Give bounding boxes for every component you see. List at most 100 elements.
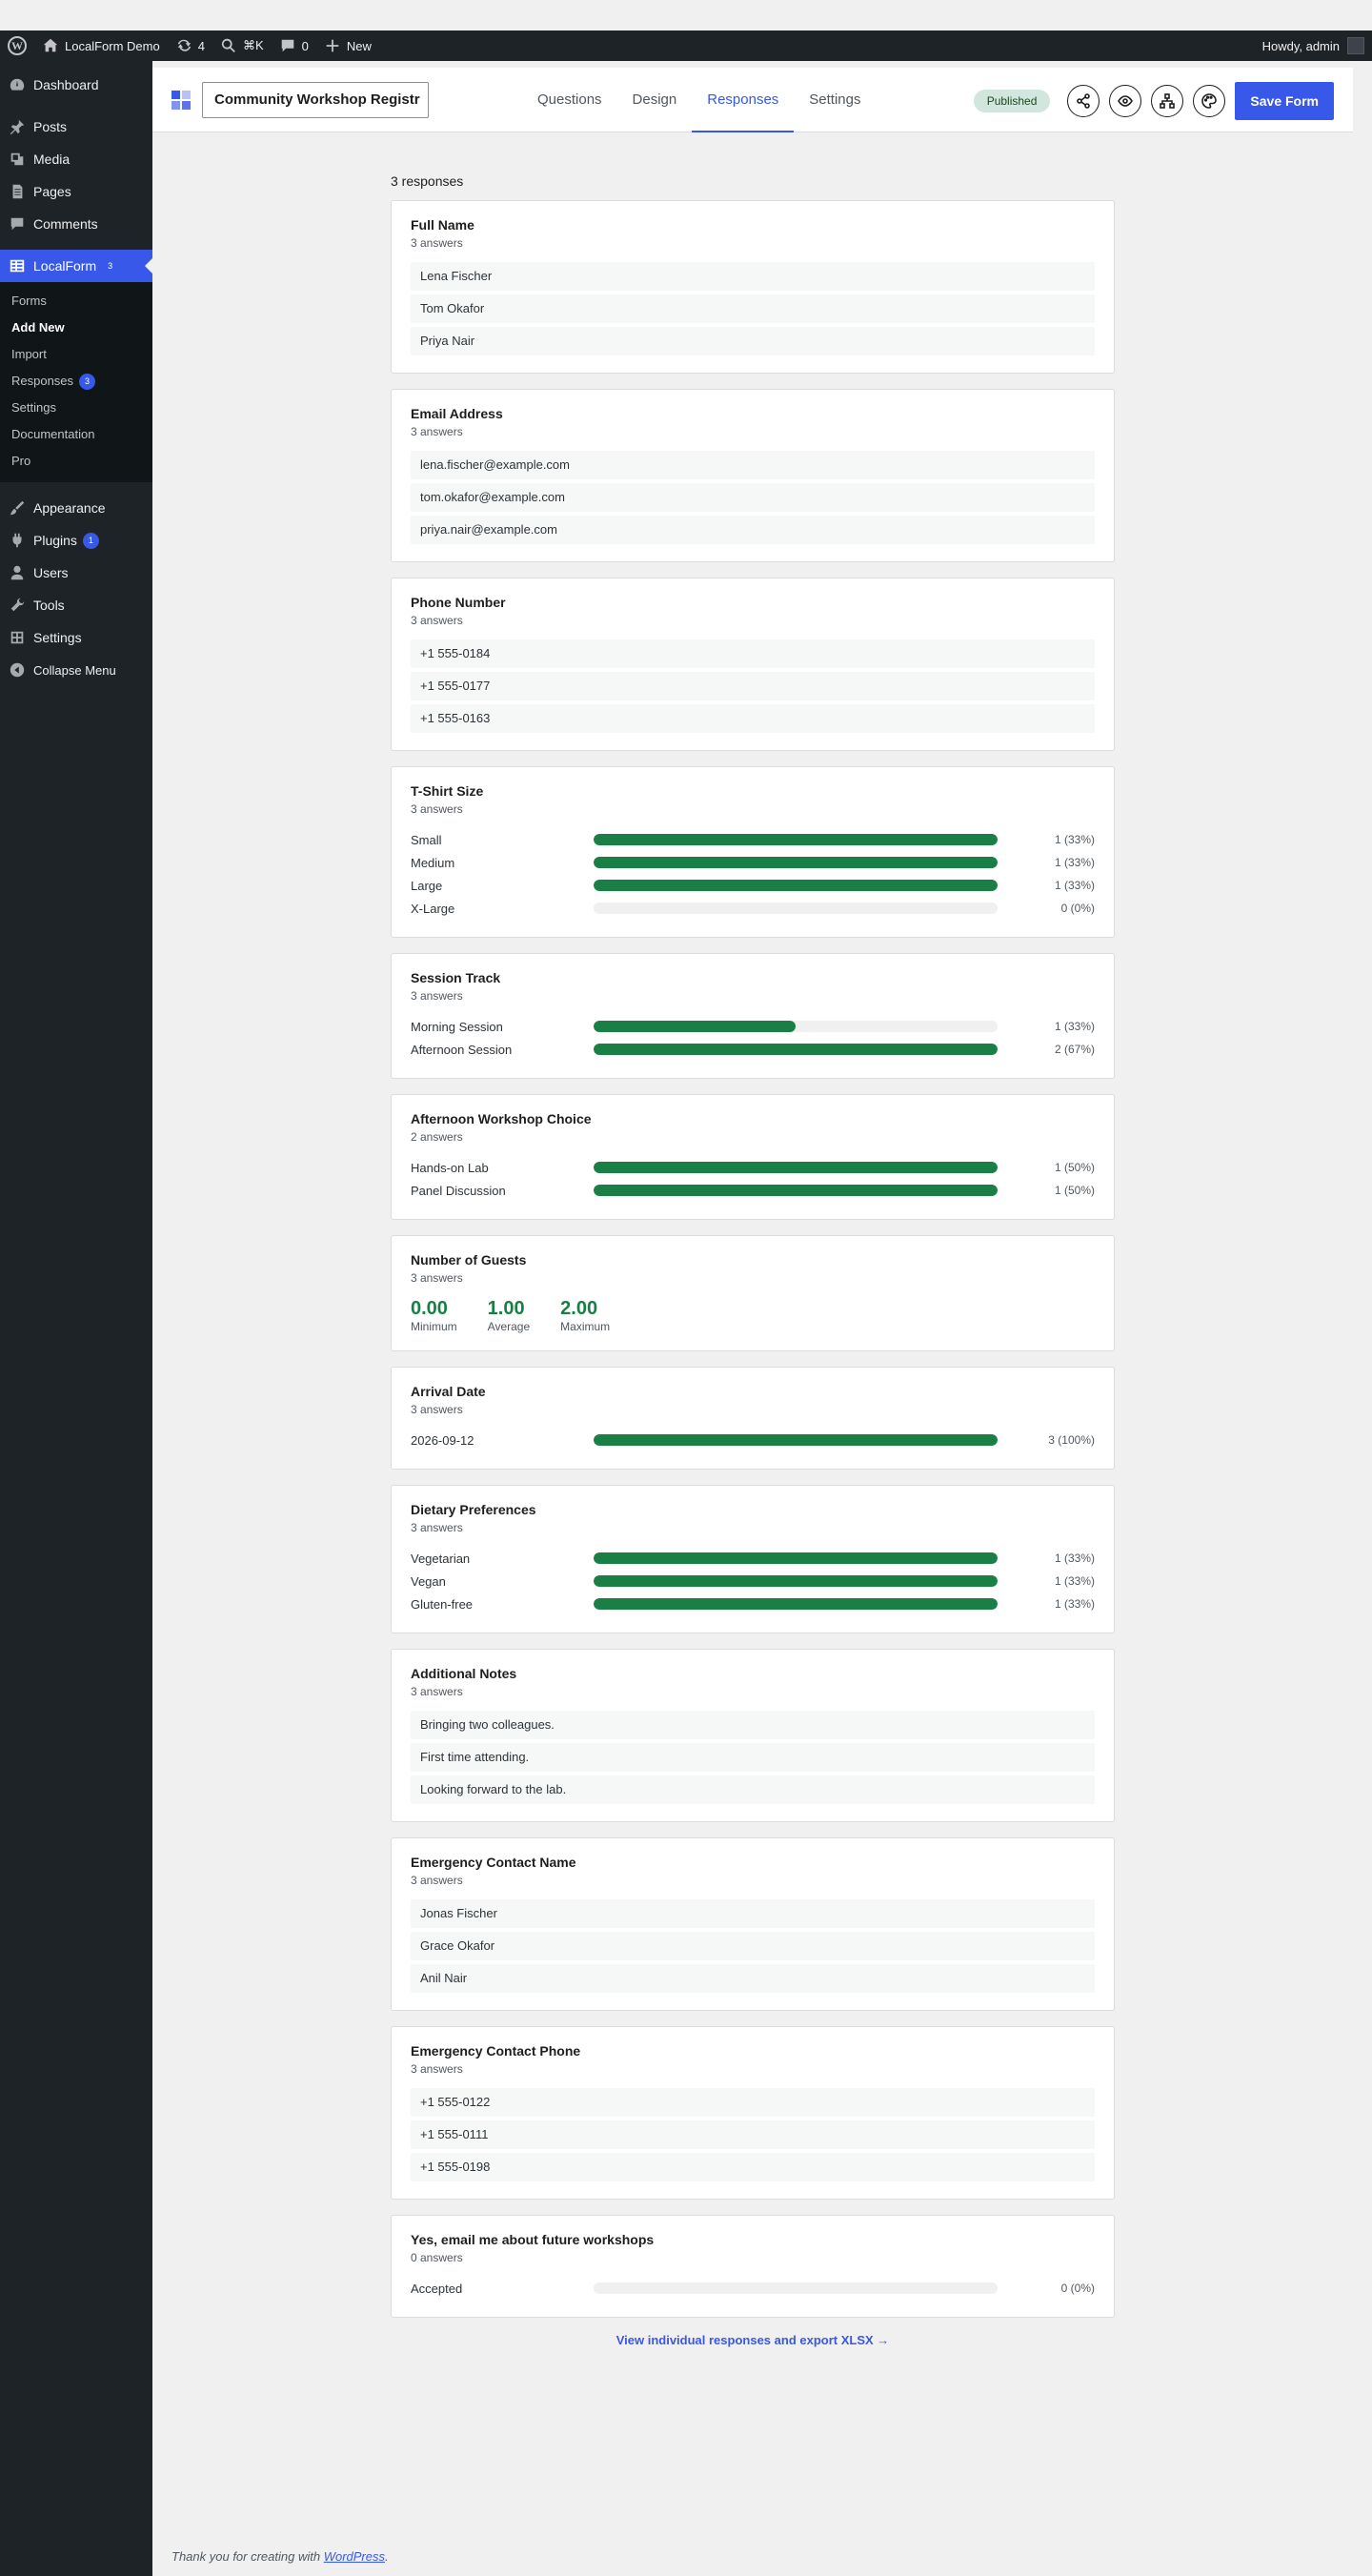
updates-icon: [177, 39, 191, 51]
text-answer: +1 555-0184: [411, 639, 1095, 668]
question-title: T-Shirt Size: [411, 783, 484, 799]
numeric-stats: 0.00 Minimum 1.00 Average 2.00 Maximum: [411, 1297, 1095, 1333]
choice-row: Vegan 1 (33%): [411, 1570, 1095, 1592]
share-button[interactable]: [1067, 85, 1100, 117]
stat-block: 2.00 Maximum: [560, 1297, 610, 1333]
stat-block: 0.00 Minimum: [411, 1297, 457, 1333]
choice-count: 0 (0%): [1060, 2282, 1095, 2295]
choice-count: 1 (33%): [1054, 833, 1095, 846]
choice-row: Medium 1 (33%): [411, 851, 1095, 874]
tab-design[interactable]: Design: [617, 68, 693, 132]
choice-row: Afternoon Session 2 (67%): [411, 1038, 1095, 1061]
menu-posts[interactable]: Posts: [0, 111, 152, 143]
tab-questions[interactable]: Questions: [522, 68, 617, 132]
wordpress-logo-icon: W: [8, 36, 27, 55]
text-answer: +1 555-0122: [411, 2088, 1095, 2117]
stat-value: 0.00: [411, 1298, 448, 1319]
menu-plugins[interactable]: Plugins 1: [0, 524, 152, 557]
menu-dashboard[interactable]: Dashboard: [0, 69, 152, 101]
menu-tools[interactable]: Tools: [0, 589, 152, 621]
submenu-settings[interactable]: Settings: [0, 395, 152, 421]
view-individual-responses-link[interactable]: View individual responses and export XLS…: [391, 2333, 1115, 2347]
media-icon: [10, 152, 24, 166]
choice-label: Vegetarian: [411, 1551, 471, 1566]
question-title: Phone Number: [411, 595, 506, 610]
user-icon: [10, 565, 24, 580]
menu-media[interactable]: Media: [0, 143, 152, 175]
avatar: [1347, 37, 1364, 54]
text-answer: +1 555-0111: [411, 2120, 1095, 2149]
tab-responses[interactable]: Responses: [692, 68, 795, 132]
answer-count: 3 answers: [411, 1685, 463, 1698]
menu-comments[interactable]: Comments: [0, 208, 152, 240]
answer-count: 3 answers: [411, 989, 463, 1003]
home-icon: [43, 38, 58, 52]
collapse-icon: [10, 662, 25, 678]
choice-row: Gluten-free 1 (33%): [411, 1592, 1095, 1615]
menu-localform[interactable]: LocalForm 3: [0, 250, 152, 282]
answer-count: 3 answers: [411, 1874, 463, 1887]
stat-value: 2.00: [560, 1298, 598, 1319]
save-form-button[interactable]: Save Form: [1235, 82, 1334, 120]
status-badge: Published: [973, 90, 1051, 112]
choice-bar-track: [594, 857, 998, 868]
form-title-input[interactable]: Community Workshop Registr: [202, 81, 429, 118]
responses-count-badge: 3: [79, 373, 96, 390]
question-card: Yes, email me about future workshops 0 an…: [391, 2215, 1115, 2318]
menu-collapse[interactable]: Collapse Menu: [0, 654, 152, 686]
eye-icon: [1118, 95, 1134, 107]
choice-bar-track: [594, 1162, 998, 1173]
choice-count: 0 (0%): [1060, 902, 1095, 915]
form-tabs: Questions Design Responses Settings: [522, 68, 877, 132]
answer-count: 3 answers: [411, 2062, 463, 2076]
choice-label: Accepted: [411, 2281, 463, 2296]
comments-link[interactable]: 0: [272, 30, 316, 61]
choice-bar-fill: [594, 1044, 998, 1055]
choice-count: 3 (100%): [1048, 1433, 1095, 1447]
question-card: Arrival Date 3 answers 2026-09-12 3 (100%): [391, 1367, 1115, 1470]
wrench-icon: [10, 598, 25, 612]
submenu-add-new[interactable]: Add New: [0, 314, 152, 341]
submenu-documentation[interactable]: Documentation: [0, 421, 152, 448]
choice-count: 1 (33%): [1054, 1597, 1095, 1611]
choice-row: 2026-09-12 3 (100%): [411, 1429, 1095, 1451]
preview-button[interactable]: [1109, 85, 1142, 117]
submenu-pro[interactable]: Pro: [0, 448, 152, 475]
menu-settings[interactable]: Settings: [0, 621, 152, 654]
menu-appearance[interactable]: Appearance: [0, 492, 152, 524]
dashboard-icon: [10, 78, 25, 91]
new-content-link[interactable]: New: [316, 30, 379, 61]
updates-link[interactable]: 4: [168, 30, 212, 61]
answer-count: 2 answers: [411, 1130, 463, 1144]
command-search[interactable]: ⌘K: [212, 30, 272, 61]
menu-users[interactable]: Users: [0, 557, 152, 589]
choice-row: Large 1 (33%): [411, 874, 1095, 897]
choice-label: X-Large: [411, 901, 455, 916]
tab-settings[interactable]: Settings: [794, 68, 876, 132]
submenu-responses[interactable]: Responses 3: [0, 368, 152, 395]
answer-count: 3 answers: [411, 1521, 463, 1534]
choice-bar-fill: [594, 1575, 998, 1587]
wordpress-link[interactable]: WordPress: [324, 2549, 385, 2564]
site-name-link[interactable]: LocalForm Demo: [34, 30, 168, 61]
choice-label: Gluten-free: [411, 1596, 474, 1612]
choice-row: Vegetarian 1 (33%): [411, 1547, 1095, 1570]
question-title: Session Track: [411, 970, 501, 985]
logic-button[interactable]: [1151, 85, 1184, 117]
answer-count: 3 answers: [411, 1271, 463, 1285]
choice-count: 1 (33%): [1054, 1552, 1095, 1565]
submenu-import[interactable]: Import: [0, 341, 152, 368]
choice-label: Panel Discussion: [411, 1183, 506, 1198]
wp-logo-menu[interactable]: W: [0, 30, 34, 61]
submenu-forms[interactable]: Forms: [0, 288, 152, 314]
pages-icon: [12, 184, 23, 199]
my-account[interactable]: Howdy, admin: [1262, 37, 1372, 54]
theme-button[interactable]: [1193, 85, 1226, 117]
choice-bar-track: [594, 880, 998, 891]
menu-pages[interactable]: Pages: [0, 175, 152, 208]
stat-label: Minimum: [411, 1320, 457, 1333]
choice-bar-track: [594, 2282, 998, 2294]
choice-label: 2026-09-12: [411, 1432, 474, 1448]
question-card: Dietary Preferences 3 answers Vegetarian 1 …: [391, 1485, 1115, 1633]
brush-icon: [10, 500, 25, 516]
